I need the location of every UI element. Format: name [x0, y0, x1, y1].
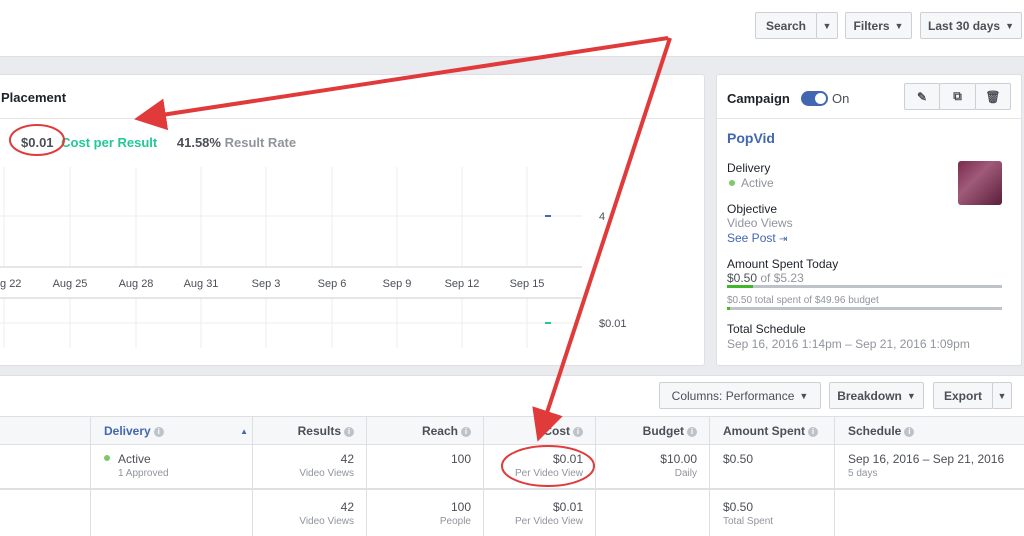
- annotation-arrow: [532, 37, 672, 442]
- annotation-arrow: [134, 36, 669, 131]
- annotation-circle: [9, 124, 65, 156]
- annotation-circle: [501, 445, 595, 487]
- annotation-overlay: [9, 36, 672, 487]
